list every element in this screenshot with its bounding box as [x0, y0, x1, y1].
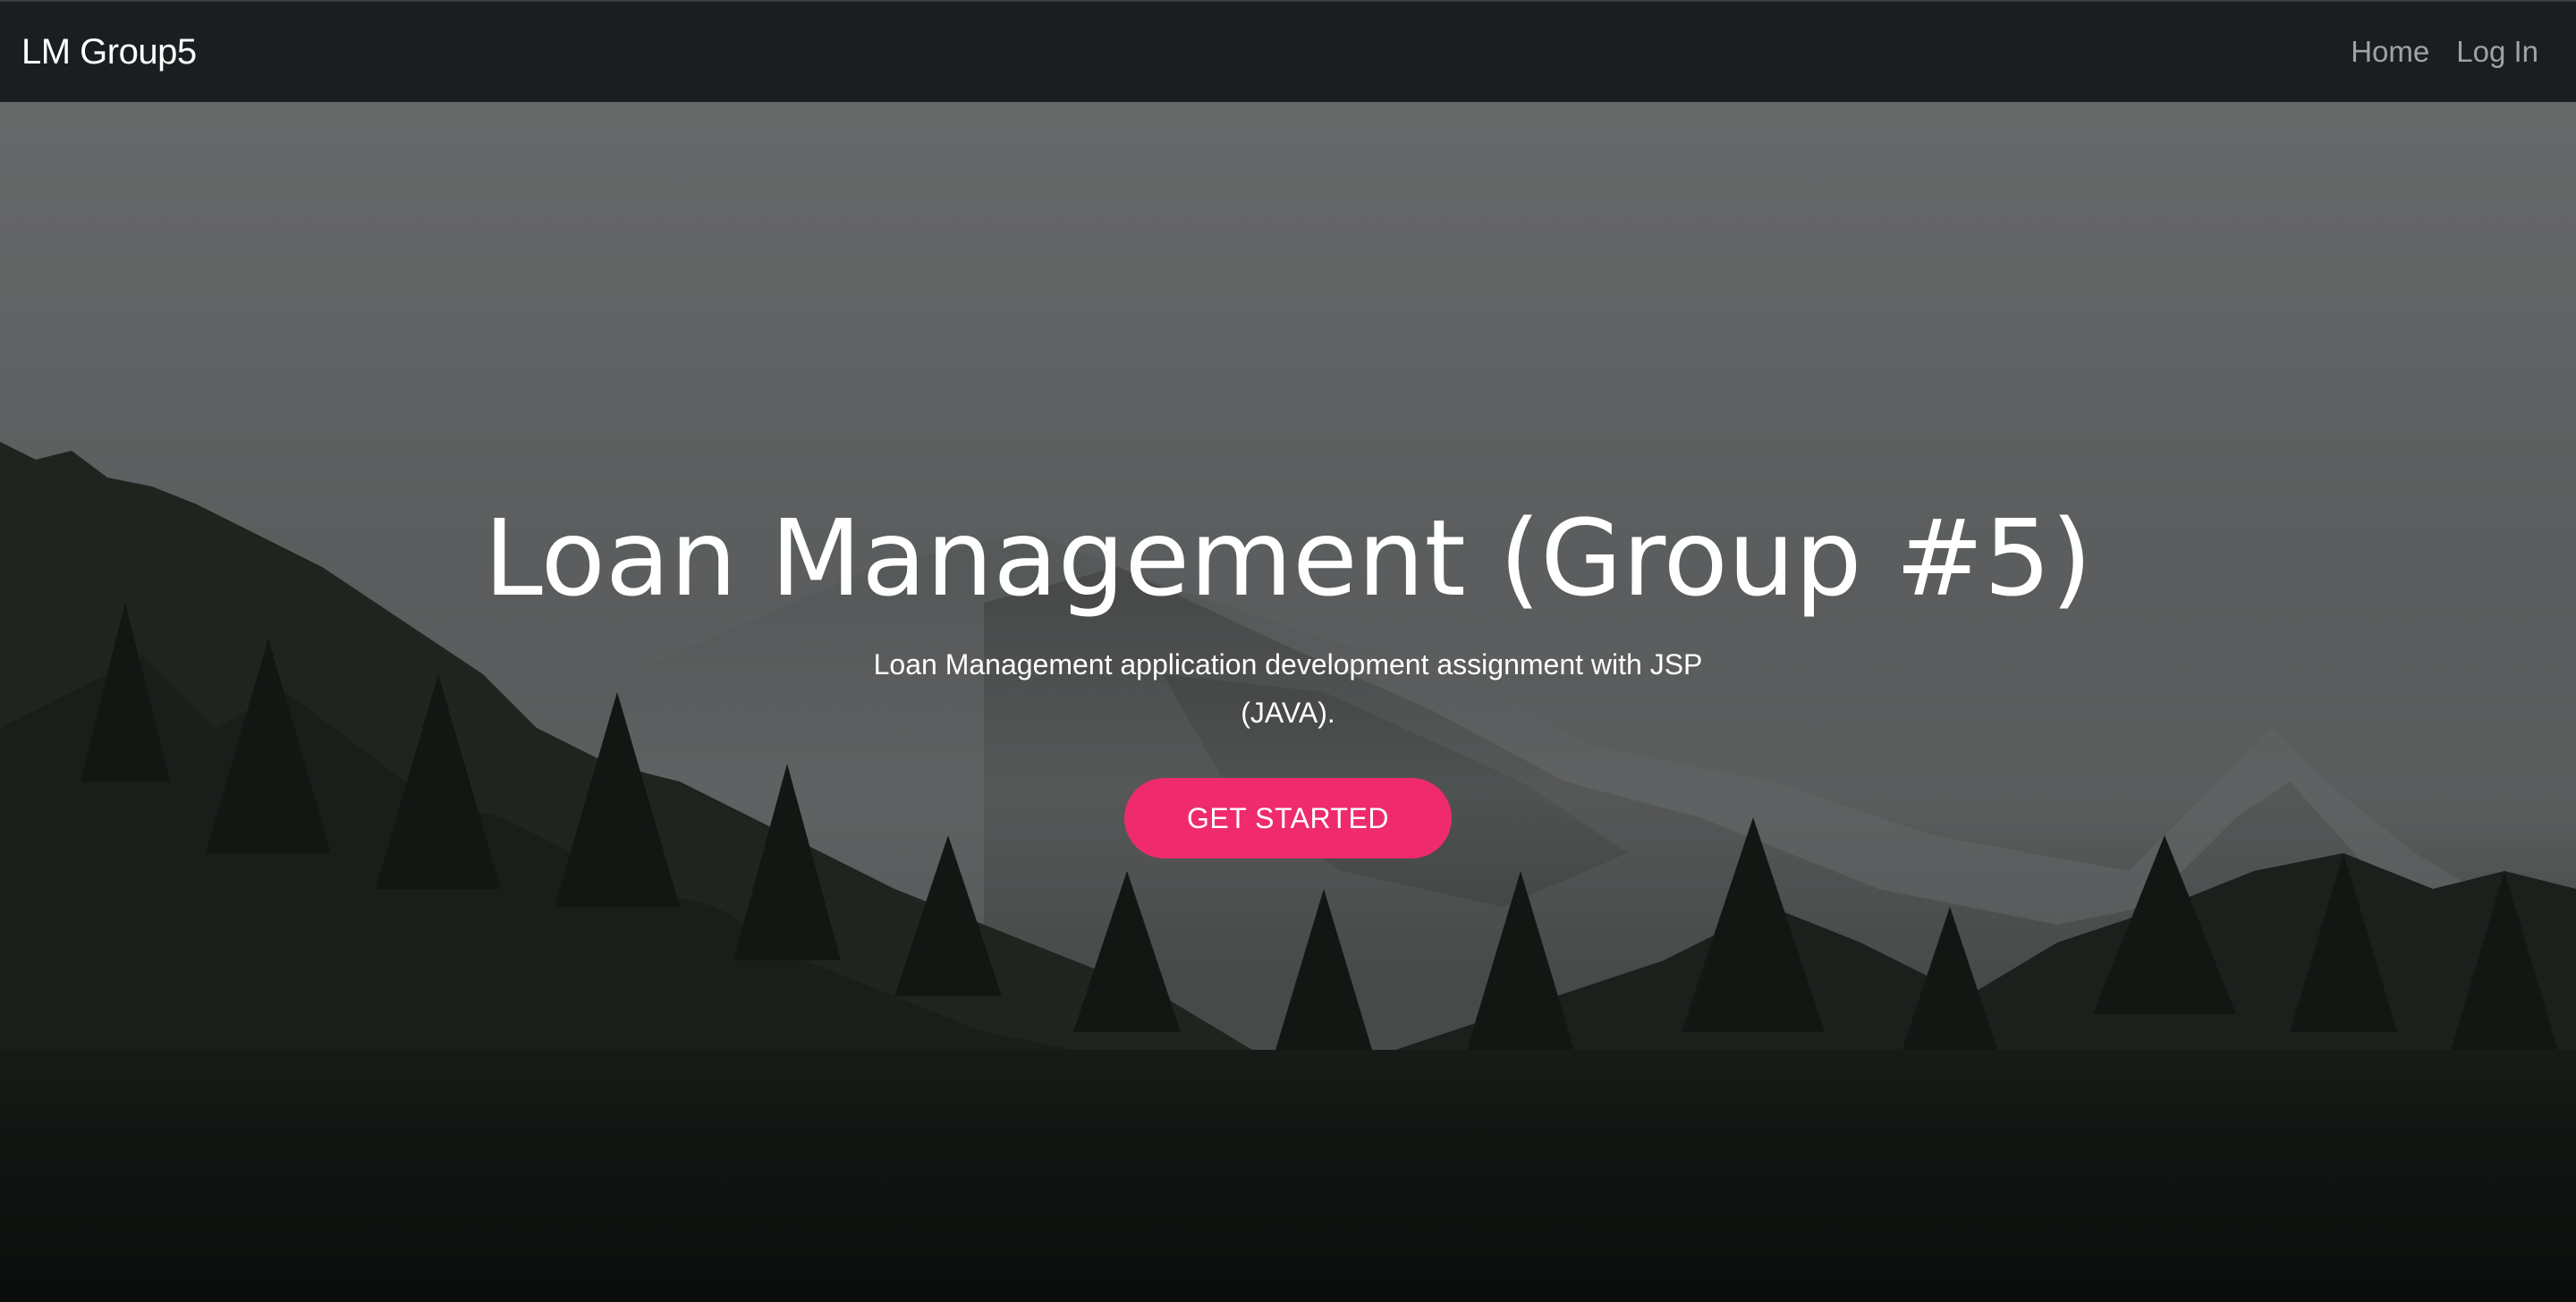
hero-section: Loan Management (Group #5) Loan Manageme…	[0, 102, 2576, 1302]
hero-title: Loan Management (Group #5)	[483, 496, 2093, 620]
nav-link-home[interactable]: Home	[2351, 35, 2429, 69]
nav-link-login[interactable]: Log In	[2456, 35, 2538, 69]
hero-content: Loan Management (Group #5) Loan Manageme…	[0, 495, 2576, 858]
get-started-button[interactable]: GET STARTED	[1124, 777, 1452, 858]
hero-subtitle: Loan Management application development …	[873, 647, 1703, 729]
nav-links: Home Log In	[2351, 35, 2555, 69]
brand-link[interactable]: LM Group5	[21, 32, 197, 72]
top-navbar: LM Group5 Home Log In	[0, 0, 2576, 102]
